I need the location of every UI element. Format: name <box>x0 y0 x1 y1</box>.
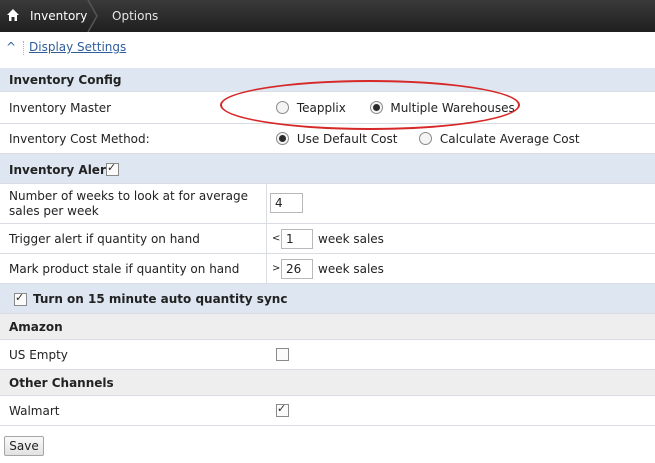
weeks-average-label: Number of weeks to look at for average s… <box>9 189 248 218</box>
radio-label-calculate-average-cost: Calculate Average Cost <box>439 132 580 146</box>
inventory-master-label: Inventory Master <box>9 101 112 115</box>
section-header-inventory-config: Inventory Config <box>0 68 655 92</box>
radio-calculate-average-cost[interactable] <box>419 132 433 145</box>
inventory-master-row: Inventory Master Teapplix Multiple Wareh… <box>0 92 655 124</box>
display-settings-link[interactable]: Display Settings <box>29 40 126 54</box>
section-header-inventory-alerts: Inventory Alerts <box>0 154 655 184</box>
collapse-caret-icon[interactable]: ^ <box>6 40 16 54</box>
weeks-average-input[interactable]: 4 <box>270 193 303 213</box>
auto-sync-label: Turn on 15 minute auto quantity sync <box>33 292 288 306</box>
stale-product-input[interactable]: 26 <box>281 259 313 279</box>
less-than-sign: < <box>272 233 281 244</box>
inventory-alerts-checkbox[interactable] <box>106 161 119 176</box>
walmart-checkbox[interactable] <box>276 402 289 417</box>
radio-teapplix[interactable] <box>276 101 289 114</box>
section-header-other-channels: Other Channels <box>0 370 655 396</box>
inventory-cost-method-row: Inventory Cost Method: Use Default Cost … <box>0 124 655 154</box>
us-empty-label: US Empty <box>9 348 68 362</box>
home-icon[interactable] <box>6 8 20 22</box>
trigger-alert-suffix: week sales <box>318 232 384 246</box>
radio-multiple-warehouses[interactable] <box>369 101 383 114</box>
section-title: Amazon <box>9 320 63 334</box>
stale-product-suffix: week sales <box>318 262 384 276</box>
radio-label-teapplix: Teapplix <box>296 101 346 115</box>
radio-use-default-cost[interactable] <box>276 132 289 145</box>
us-empty-row: US Empty <box>0 340 655 370</box>
trigger-alert-input[interactable]: 1 <box>281 229 313 249</box>
top-breadcrumb-bar: Inventory Options <box>0 0 655 32</box>
trigger-alert-row: Trigger alert if quantity on hand < 1 we… <box>0 224 655 254</box>
trigger-alert-label: Trigger alert if quantity on hand <box>9 232 200 246</box>
stale-product-row: Mark product stale if quantity on hand >… <box>0 254 655 284</box>
inventory-master-options: Teapplix Multiple Warehouses <box>276 101 515 115</box>
radio-label-use-default-cost: Use Default Cost <box>296 132 398 146</box>
divider <box>23 41 24 55</box>
breadcrumb-inventory[interactable]: Inventory <box>30 9 87 23</box>
us-empty-checkbox[interactable] <box>276 348 289 361</box>
inventory-cost-method-label: Inventory Cost Method: <box>9 132 150 146</box>
auto-sync-row: Turn on 15 minute auto quantity sync <box>0 284 655 314</box>
weeks-average-row: Number of weeks to look at for average s… <box>0 184 655 224</box>
stale-product-label: Mark product stale if quantity on hand <box>9 262 240 276</box>
breadcrumb-separator-icon <box>87 0 98 32</box>
section-header-amazon: Amazon <box>0 314 655 340</box>
walmart-label: Walmart <box>9 404 60 418</box>
section-title: Inventory Config <box>9 73 122 87</box>
inventory-cost-method-options: Use Default Cost Calculate Average Cost <box>276 132 580 146</box>
auto-sync-checkbox[interactable] <box>14 291 27 306</box>
walmart-row: Walmart <box>0 396 655 426</box>
greater-than-sign: > <box>272 263 281 274</box>
section-title: Inventory Alerts <box>9 163 119 177</box>
save-button[interactable]: Save <box>4 436 44 456</box>
section-title: Other Channels <box>9 376 114 390</box>
radio-label-multiple-warehouses: Multiple Warehouses <box>390 101 515 115</box>
breadcrumb-options[interactable]: Options <box>112 9 158 23</box>
